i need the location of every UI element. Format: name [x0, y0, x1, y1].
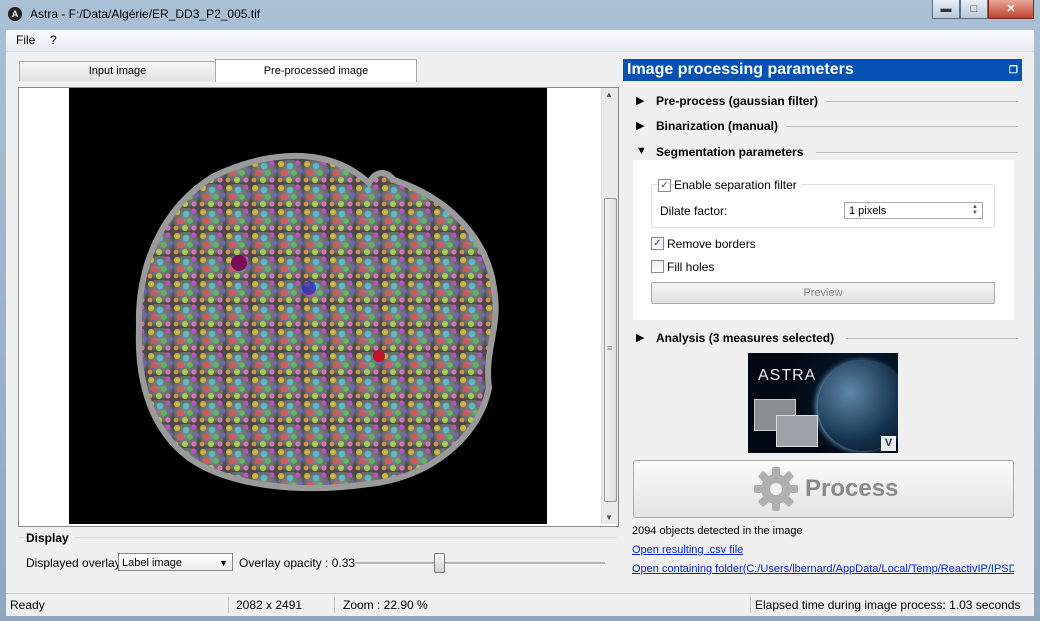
section-preprocess-title: Pre-process (gaussian filter) — [656, 94, 827, 108]
status-ready: Ready — [10, 598, 45, 612]
fill-holes-label: Fill holes — [667, 260, 715, 274]
process-button[interactable]: Process — [633, 460, 1014, 518]
open-folder-link[interactable]: Open containing folder(C:/Users/lbernard… — [632, 563, 1014, 575]
astra-logo: ASTRA V — [748, 353, 898, 453]
close-button[interactable]: ✕ — [988, 0, 1034, 19]
dilate-factor-value: 1 pixels — [849, 205, 887, 217]
objects-detected-text: 2094 objects detected in the image — [632, 525, 803, 537]
section-analysis-title: Analysis (3 measures selected) — [656, 331, 843, 345]
section-segmentation-title: Segmentation parameters — [656, 145, 812, 159]
enable-separation-label: Enable separation filter — [674, 178, 801, 192]
segmentation-panel: ✓ Enable separation filter Dilate factor… — [633, 160, 1014, 320]
remove-borders-checkbox[interactable]: ✓ — [651, 237, 664, 250]
display-group: Display Displayed overlay Label image ▼ … — [18, 529, 617, 581]
menu-bar: File ? — [6, 30, 1034, 52]
open-csv-link[interactable]: Open resulting .csv file — [632, 544, 743, 556]
tab-input-image[interactable]: Input image — [19, 61, 216, 81]
panel-title: Image processing parameters ❐ — [623, 59, 1022, 81]
minimize-button[interactable]: ▬ — [932, 0, 960, 19]
label-overlay-image — [135, 152, 499, 492]
image-viewer[interactable]: ▲ ≡ ▼ — [18, 87, 619, 527]
expand-arrow-icon: ▶ — [636, 332, 645, 344]
image-tabs: Input image Pre-processed image — [18, 59, 618, 82]
expand-arrow-icon: ▶ — [636, 120, 645, 132]
separation-filter-group: ✓ Enable separation filter Dilate factor… — [651, 178, 995, 228]
astra-app-icon: A — [8, 7, 22, 21]
vendor-badge: V — [881, 436, 896, 451]
client-area: File ? Input image Pre-processed image ▲… — [6, 30, 1034, 616]
menu-help[interactable]: ? — [50, 33, 57, 47]
undock-icon[interactable]: ❐ — [1009, 60, 1018, 82]
overlay-select[interactable]: Label image ▼ — [118, 553, 233, 571]
menu-file[interactable]: File — [16, 33, 35, 47]
section-analysis[interactable]: ▶ Analysis (3 measures selected) — [636, 328, 1021, 348]
status-zoom: Zoom : 22.90 % — [343, 598, 428, 612]
collapse-arrow-icon: ▼ — [636, 145, 647, 157]
remove-borders-label: Remove borders — [667, 237, 756, 251]
logo-text: ASTRA — [758, 367, 817, 384]
opacity-slider-track[interactable] — [355, 562, 605, 565]
process-label: Process — [805, 475, 899, 502]
scroll-grip-icon: ≡ — [607, 343, 613, 353]
status-image-size: 2082 x 2491 — [236, 598, 303, 612]
section-segmentation[interactable]: ▼ Segmentation parameters — [636, 142, 1021, 162]
overlay-select-value: Label image — [122, 557, 182, 569]
tab-preprocessed-image[interactable]: Pre-processed image — [215, 59, 417, 82]
section-binarization[interactable]: ▶ Binarization (manual) — [636, 116, 1021, 136]
fill-holes-checkbox[interactable] — [651, 260, 664, 273]
gear-icon — [754, 467, 798, 511]
dilate-factor-spinbox[interactable]: 1 pixels ▲ ▼ — [844, 202, 983, 219]
status-elapsed-time: Elapsed time during image process: 1.03 … — [755, 598, 1021, 612]
enable-separation-checkbox[interactable]: ✓ — [658, 179, 671, 192]
segmented-image — [69, 88, 547, 524]
spin-arrows-icon[interactable]: ▲ ▼ — [969, 204, 981, 217]
expand-arrow-icon: ▶ — [636, 95, 645, 107]
display-group-title: Display — [26, 531, 75, 545]
opacity-label: Overlay opacity : 0.33 — [239, 556, 356, 570]
viewer-vertical-scrollbar[interactable]: ▲ ≡ ▼ — [601, 88, 618, 524]
opacity-slider-handle[interactable] — [434, 553, 445, 573]
window-title: Astra - F:/Data/Algérie/ER_DD3_P2_005.ti… — [30, 7, 261, 21]
maximize-button[interactable]: □ — [960, 0, 988, 19]
scroll-up-icon[interactable]: ▲ — [605, 90, 613, 99]
section-preprocess[interactable]: ▶ Pre-process (gaussian filter) — [636, 91, 1021, 111]
scroll-down-icon[interactable]: ▼ — [605, 513, 613, 522]
section-binarization-title: Binarization (manual) — [656, 119, 787, 133]
dilate-factor-label: Dilate factor: — [660, 204, 728, 218]
preview-button[interactable]: Preview — [651, 282, 995, 304]
application-window: A Astra - F:/Data/Algérie/ER_DD3_P2_005.… — [0, 0, 1040, 621]
status-bar: Ready 2082 x 2491 Zoom : 22.90 % Elapsed… — [6, 593, 1034, 616]
panel-title-text: Image processing parameters — [627, 61, 854, 78]
title-bar: A Astra - F:/Data/Algérie/ER_DD3_P2_005.… — [0, 0, 1040, 28]
overlay-label: Displayed overlay — [26, 556, 121, 570]
chevron-down-icon: ▼ — [219, 558, 228, 568]
